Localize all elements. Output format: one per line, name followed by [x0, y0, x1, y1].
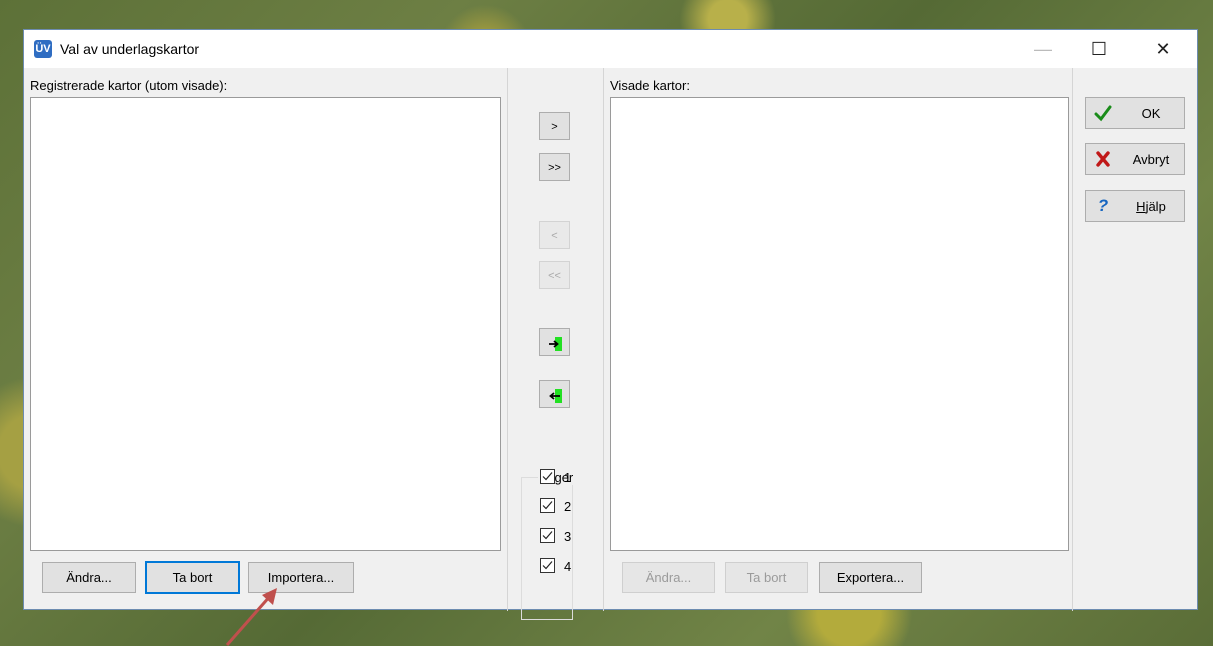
shown-maps-label: Visade kartor: [610, 78, 690, 93]
divider [1072, 68, 1073, 611]
layer-3-label: 3 [564, 529, 572, 544]
divider [507, 68, 508, 611]
cancel-label: Avbryt [1132, 152, 1170, 167]
move-one-left-button[interactable]: < [539, 221, 570, 249]
registered-maps-label: Registrerade kartor (utom visade): [30, 78, 228, 93]
red-x-icon [1094, 150, 1112, 168]
layer-1-checkbox[interactable] [540, 469, 555, 484]
layer-3-checkbox[interactable] [540, 528, 555, 543]
checkmark-icon [1094, 104, 1112, 122]
divider [603, 68, 604, 611]
move-in-button[interactable] [539, 328, 570, 356]
move-all-left-button[interactable]: << [539, 261, 570, 289]
layer-4-checkbox[interactable] [540, 558, 555, 573]
minimize-button[interactable]: — [1020, 34, 1066, 64]
cancel-button[interactable]: Avbryt [1085, 143, 1185, 175]
move-all-right-button[interactable]: >> [539, 153, 570, 181]
ok-label: OK [1141, 106, 1161, 121]
window-title: Val av underlagskartor [60, 41, 200, 57]
move-one-right-button[interactable]: > [539, 112, 570, 140]
shown-maps-list[interactable] [610, 97, 1069, 551]
ok-button[interactable]: OK [1085, 97, 1185, 129]
layer-2-checkbox[interactable] [540, 498, 555, 513]
export-button[interactable]: Exportera... [819, 562, 922, 593]
layer-1-label: 1 [564, 470, 572, 485]
question-mark-icon: ? [1097, 196, 1109, 215]
dialog-window: ÜV Val av underlagskartor — ☐ ✕ Registre… [23, 29, 1198, 620]
help-button[interactable]: ? Hjälp [1085, 190, 1185, 222]
close-button[interactable]: ✕ [1140, 34, 1186, 64]
move-out-button[interactable] [539, 380, 570, 408]
arrow-into-green-icon [548, 335, 562, 352]
app-icon: ÜV [34, 40, 52, 58]
arrow-out-green-icon [548, 387, 562, 404]
right-edit-button[interactable]: Ändra... [622, 562, 715, 593]
title-bar[interactable]: ÜV Val av underlagskartor — ☐ ✕ [24, 30, 1197, 68]
right-remove-button[interactable]: Ta bort [725, 562, 808, 593]
annotation-arrow-icon [225, 588, 277, 646]
layer-4-label: 4 [564, 559, 572, 574]
left-edit-button[interactable]: Ändra... [42, 562, 136, 593]
maximize-button[interactable]: ☐ [1076, 34, 1122, 64]
help-label: Hjälp [1136, 199, 1166, 214]
layer-2-label: 2 [564, 499, 572, 514]
registered-maps-list[interactable] [30, 97, 501, 551]
